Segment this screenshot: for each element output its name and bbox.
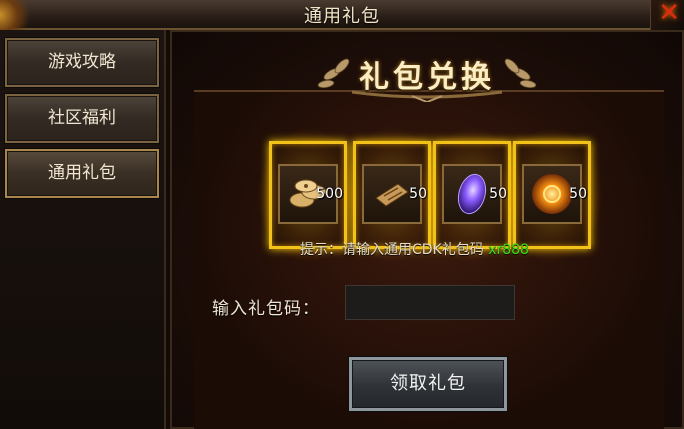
reward-slot[interactable]: 500 [257,127,359,263]
reward-slot[interactable]: 50 [341,127,443,263]
gift-redeem-panel: 礼包兑换 500 50 50 50 提示：请输入通用CDK礼包码 xr888 输… [170,30,684,429]
reward-count: 500 [316,186,343,202]
hint-prefix: 提示：请输入通用CDK礼包码 [300,242,484,258]
banner-title: 礼包兑换 [359,60,495,95]
reward-slot[interactable]: 50 [501,127,603,263]
gift-code-input[interactable] [345,285,515,320]
banner: 礼包兑换 [312,40,542,102]
redeem-button[interactable]: 领取礼包 [349,357,507,411]
gift-code-label: 输入礼包码： [212,299,320,319]
close-icon: ✕ [658,0,680,28]
title-bar: 通用礼包 ✕ [0,0,684,30]
sidebar-item-gift-pack[interactable]: 通用礼包 [5,149,159,198]
sidebar-item-game-guide[interactable]: 游戏攻略 [5,38,159,87]
hint-text: 提示：请输入通用CDK礼包码 xr888 [300,239,529,259]
hint-code: xr888 [488,242,529,258]
window-title: 通用礼包 [304,6,380,27]
reward-count: 50 [569,186,587,202]
sidebar-item-community-benefits[interactable]: 社区福利 [5,94,159,143]
sidebar: 游戏攻略 社区福利 通用礼包 [0,30,166,429]
close-button[interactable]: ✕ [650,0,684,30]
reward-slot[interactable]: 50 [421,127,523,263]
